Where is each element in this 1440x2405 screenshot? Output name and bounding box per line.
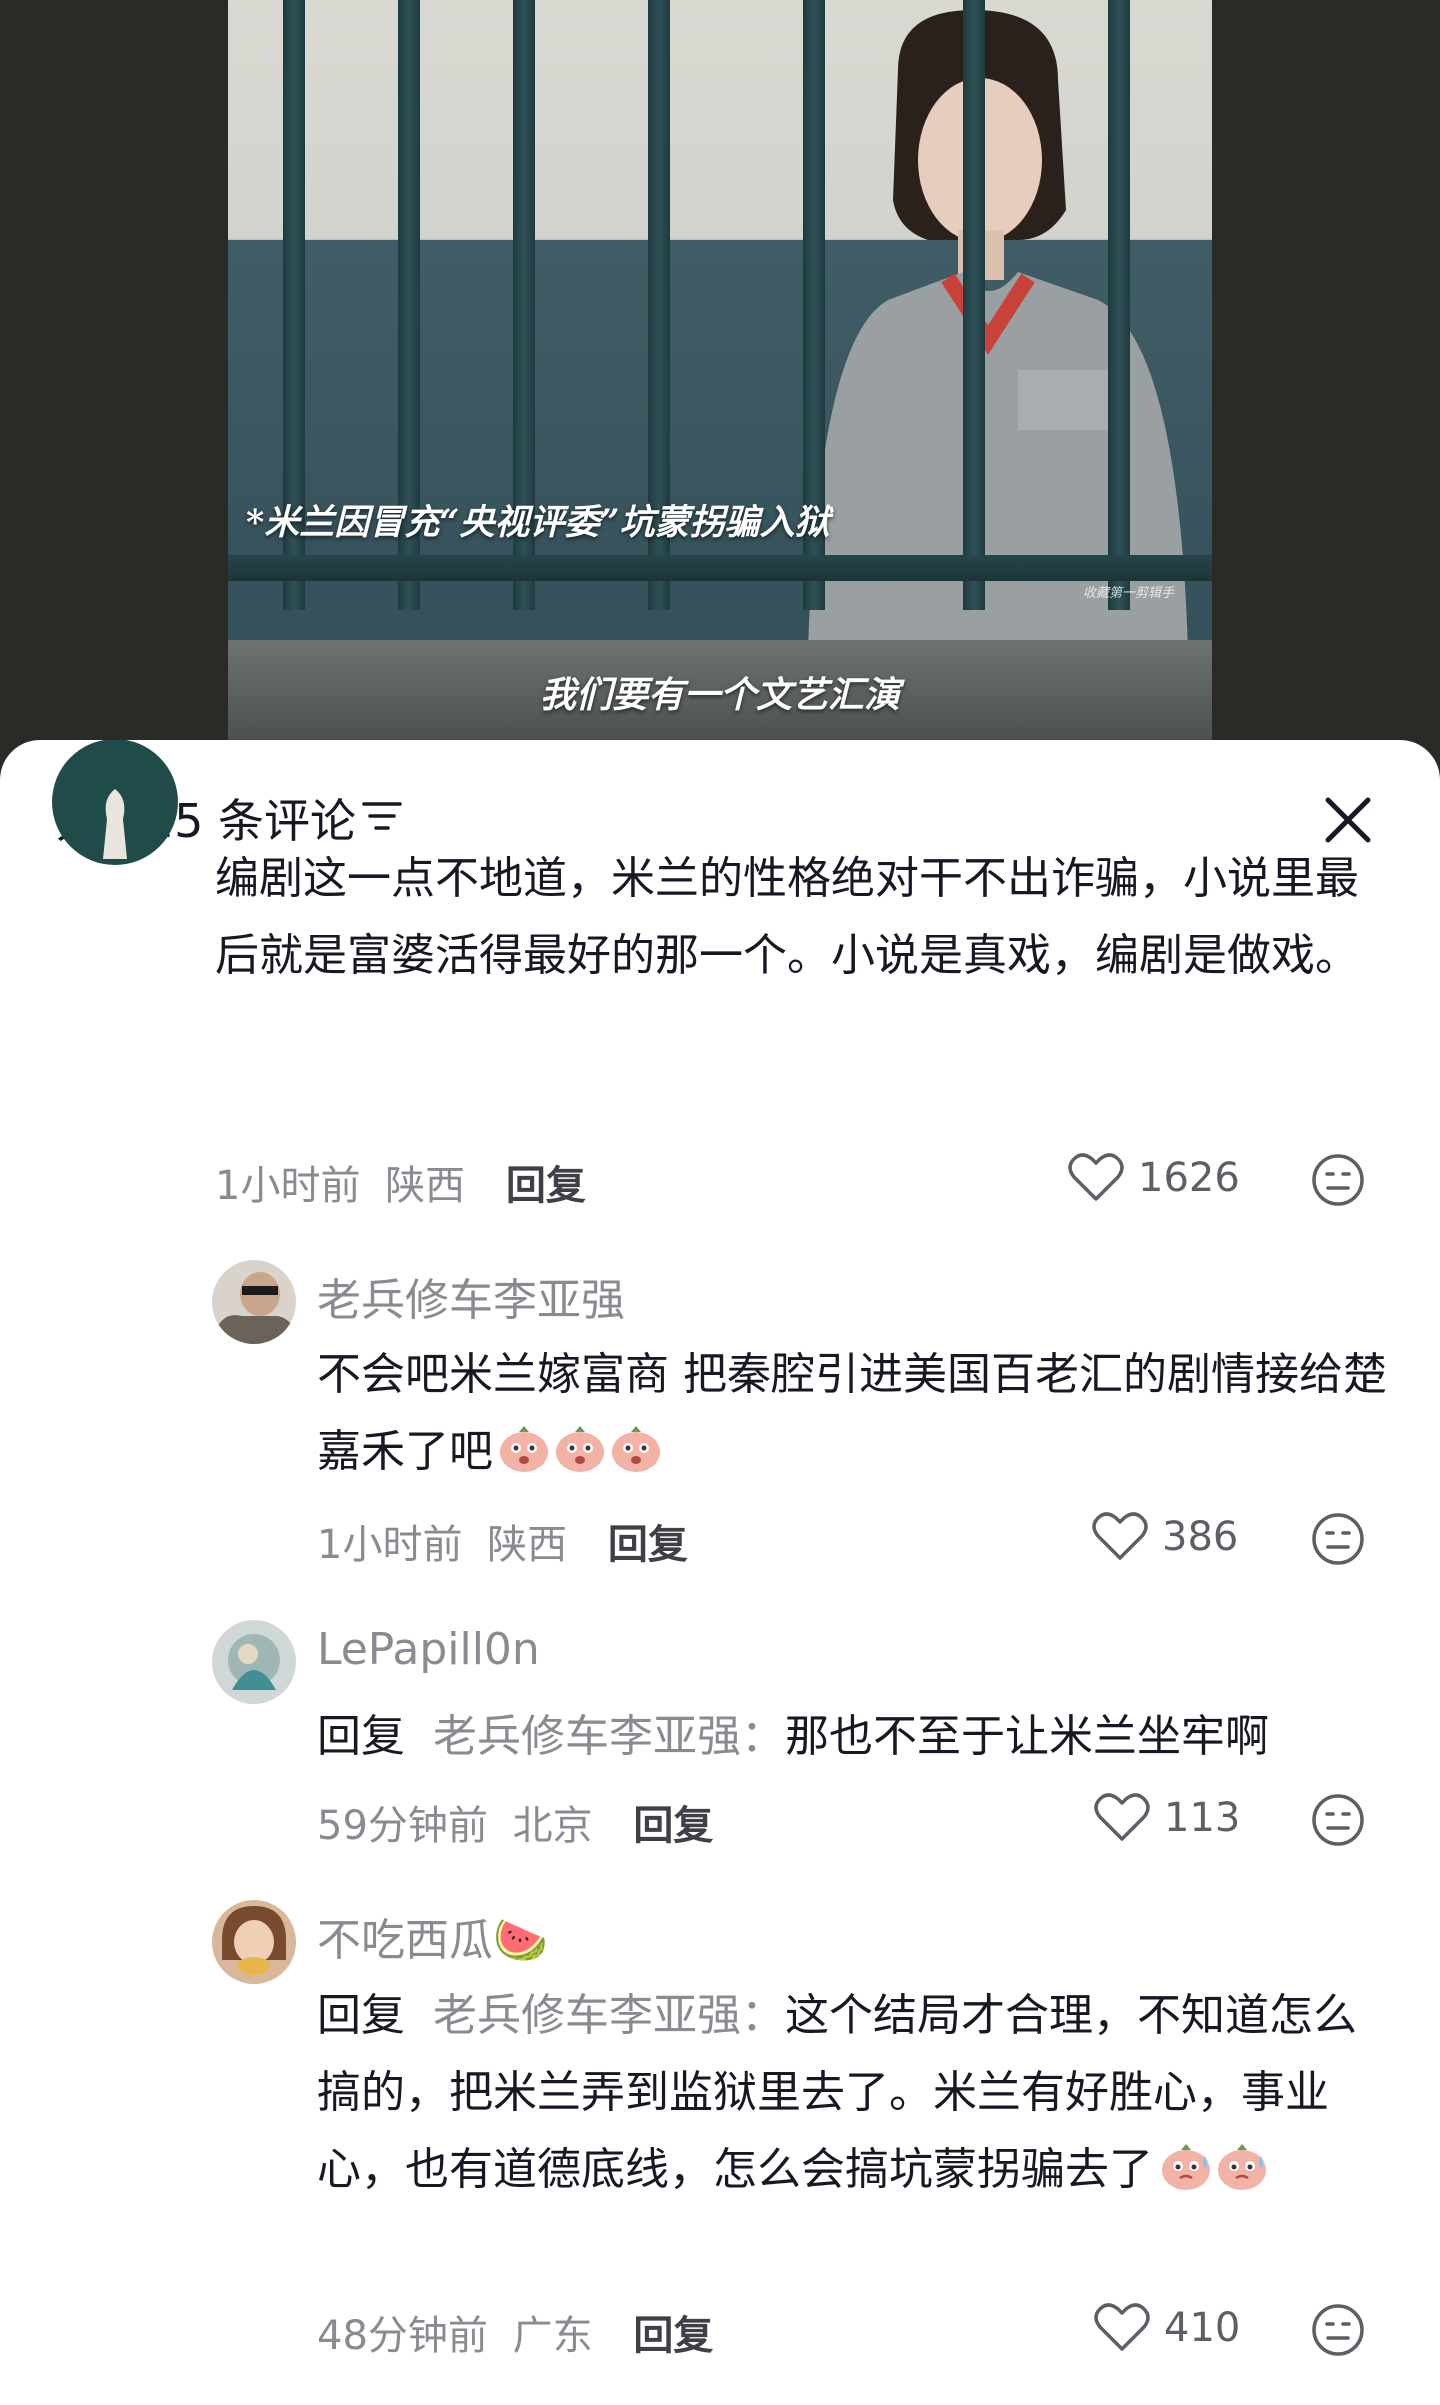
reply-button[interactable]: 回复 xyxy=(633,1803,713,1849)
heart-outline-icon xyxy=(1068,1153,1124,1201)
video-frame[interactable]: *米兰因冒充“央视评委”坑蒙拐骗入狱 收藏第一剪辑手 我们要有一个文艺汇演 xyxy=(228,0,1212,745)
reply-meta: 1小时前 陕西 回复 xyxy=(317,1512,688,1570)
reply-location: 北京 xyxy=(512,1803,593,1849)
heart-outline-icon xyxy=(1092,1512,1148,1560)
comment-text: 编剧这一点不地道，米兰的性格绝对干不出诈骗，小说里最后就是富婆活得最好的那一个。… xyxy=(215,853,1359,981)
like-button[interactable]: 386 xyxy=(1092,1512,1238,1562)
jail-rail xyxy=(228,555,1212,581)
avatar[interactable] xyxy=(212,1260,296,1344)
video-player[interactable]: *米兰因冒充“央视评委”坑蒙拐骗入狱 收藏第一剪辑手 我们要有一个文艺汇演 xyxy=(0,0,1440,745)
like-count: 1626 xyxy=(1138,1155,1240,1201)
comments-sheet: 共 125 条评论 编剧这一点不地道，米兰的性格绝对干不出诈骗，小说里最后就是富… xyxy=(0,740,1440,2405)
like-button[interactable]: 410 xyxy=(1094,2303,1240,2353)
reply-separator: ： xyxy=(741,1711,785,1762)
like-button[interactable]: 1626 xyxy=(1068,1153,1240,1203)
reply-button[interactable]: 回复 xyxy=(633,2313,713,2359)
sticker-icon xyxy=(1215,2139,1269,2190)
sticker-icon xyxy=(553,1421,607,1472)
reply-text-content: 那也不至于让米兰坐牢啊 xyxy=(785,1711,1269,1762)
avatar[interactable] xyxy=(212,1900,296,1984)
avatar[interactable] xyxy=(212,1620,296,1704)
filter-icon[interactable] xyxy=(362,798,402,834)
reply-text: 回复 老兵修车李亚强：那也不至于让米兰坐牢啊 xyxy=(317,1698,1397,1775)
emoji-face-icon[interactable] xyxy=(1310,1152,1366,1208)
reply-button[interactable]: 回复 xyxy=(608,1522,688,1568)
emoji-face-icon[interactable] xyxy=(1310,1511,1366,1567)
reply-meta: 59分钟前 北京 回复 xyxy=(317,1793,713,1851)
comment-location: 陕西 xyxy=(385,1163,466,1209)
reply-time: 1小时前 xyxy=(317,1522,463,1568)
heart-outline-icon xyxy=(1094,1793,1150,1841)
reply-location: 陕西 xyxy=(487,1522,568,1568)
heart-outline-icon xyxy=(1094,2303,1150,2351)
like-button[interactable]: 113 xyxy=(1094,1793,1240,1843)
reply-separator: ： xyxy=(741,1990,785,2041)
comment-time: 1小时前 xyxy=(215,1163,361,1209)
emoji-face-icon[interactable] xyxy=(1310,1792,1366,1848)
reply-prefix: 回复 xyxy=(317,1990,405,2041)
reply-author[interactable]: 老兵修车李亚强 xyxy=(317,1264,625,1328)
like-count: 386 xyxy=(1162,1514,1239,1560)
like-count: 410 xyxy=(1164,2305,1241,2351)
sticker-icon xyxy=(497,1421,551,1472)
reply-meta: 48分钟前 广东 回复 xyxy=(317,2303,713,2361)
comment-meta: 1小时前 陕西 回复 xyxy=(215,1153,586,1211)
sticker-icon xyxy=(609,1421,663,1472)
video-subtitle: 我们要有一个文艺汇演 xyxy=(539,674,900,716)
like-count: 113 xyxy=(1164,1795,1241,1841)
reply-time: 48分钟前 xyxy=(317,2313,488,2359)
reply-location: 广东 xyxy=(512,2313,593,2359)
video-caption-top: *米兰因冒充“央视评委”坑蒙拐骗入狱 xyxy=(246,502,830,543)
reply-time: 59分钟前 xyxy=(317,1803,488,1849)
reply-author[interactable]: LePapill0n xyxy=(317,1624,540,1675)
avatar[interactable] xyxy=(52,740,178,865)
reply-target-user[interactable]: 老兵修车李亚强 xyxy=(433,1990,741,2041)
emoji-face-icon[interactable] xyxy=(1310,2302,1366,2358)
video-watermark: 收藏第一剪辑手 xyxy=(1082,586,1174,601)
reply-target-user[interactable]: 老兵修车李亚强 xyxy=(433,1711,741,1762)
reply-text: 回复 老兵修车李亚强：这个结局才合理，不知道怎么搞的，把米兰弄到监狱里去了。米兰… xyxy=(317,1977,1399,2208)
reply-prefix: 回复 xyxy=(317,1711,405,1762)
reply-text: 不会吧米兰嫁富商 把秦腔引进美国百老汇的剧情接给楚嘉禾了吧 xyxy=(317,1336,1387,1490)
reply-button[interactable]: 回复 xyxy=(506,1163,586,1209)
reply-author[interactable]: 不吃西瓜🍉 xyxy=(317,1904,548,1968)
sticker-icon xyxy=(1159,2139,1213,2190)
reply-text-content: 不会吧米兰嫁富商 把秦腔引进美国百老汇的剧情接给楚嘉禾了吧 xyxy=(317,1349,1387,1477)
